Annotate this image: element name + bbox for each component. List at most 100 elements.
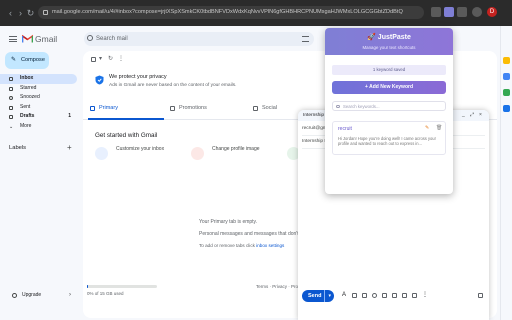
add-keyword-button[interactable]: + Add New Keyword <box>332 81 446 94</box>
browser-toolbar: ‹ › ↻ mail.google.com/mail/u/4/#inbox?co… <box>0 0 512 26</box>
side-apps-panel <box>500 26 512 320</box>
privacy-title: We protect your privacy <box>109 74 167 80</box>
filter-options-icon[interactable] <box>302 36 309 42</box>
inbox-icon <box>9 77 13 81</box>
popup-subtitle: Manage your text shortcuts <box>362 45 416 50</box>
upgrade-button[interactable]: Upgrade › <box>5 290 75 301</box>
link-icon[interactable] <box>362 293 367 298</box>
extension-icon[interactable] <box>431 7 441 17</box>
compose-button[interactable]: ✎ Compose <box>5 52 49 69</box>
select-dropdown-icon[interactable]: ▾ <box>99 55 102 62</box>
emoji-icon[interactable] <box>372 293 377 298</box>
search-placeholder: Search mail <box>96 36 128 42</box>
chevron-down-icon: ⌄ <box>9 123 14 130</box>
lock-icon <box>43 10 48 15</box>
brand-name: Gmail <box>35 34 58 44</box>
sidebar-item-label: Snoozed <box>20 94 40 100</box>
star-icon <box>9 86 13 91</box>
clock-icon <box>9 96 13 100</box>
shield-icon <box>95 75 104 85</box>
send-button[interactable]: Send ▾ <box>302 290 334 302</box>
sidebar-item-label: Inbox <box>20 75 34 81</box>
keyword-text: Hi Jordan! Hope you're doing well! I cam… <box>338 136 436 147</box>
tab-primary[interactable]: Primary <box>88 98 164 120</box>
fullscreen-icon[interactable]: ⤢ <box>470 110 474 121</box>
sidebar-item-drafts[interactable]: Drafts 1 <box>0 112 77 122</box>
customize-inbox-card[interactable]: Customize your inbox <box>95 145 185 173</box>
inbox-settings-link[interactable]: inbox settings <box>256 243 284 248</box>
sidebar-item-label: Sent <box>20 103 31 110</box>
drive-icon[interactable] <box>382 293 387 298</box>
pencil-icon: ✎ <box>11 57 17 63</box>
search-input[interactable]: Search mail <box>84 32 314 46</box>
sidebar-item-label: More <box>20 122 32 129</box>
storage-fill <box>87 285 89 288</box>
photo-icon[interactable] <box>392 293 397 298</box>
people-icon <box>253 106 258 111</box>
keyword-name: recruit <box>338 126 352 132</box>
sidebar-item-snoozed[interactable]: Snoozed <box>0 93 77 103</box>
refresh-icon[interactable]: ↻ <box>108 55 113 62</box>
empty-hint-prefix: To add or remove tabs click <box>199 243 255 248</box>
signature-icon[interactable] <box>412 293 417 298</box>
more-options-icon[interactable]: ⋮ <box>118 55 124 62</box>
lock-clock-icon[interactable] <box>402 293 407 298</box>
upgrade-icon <box>12 293 17 298</box>
select-all-checkbox[interactable] <box>91 57 96 62</box>
card-label: Customize your inbox <box>116 146 165 152</box>
justpaste-extension-icon[interactable] <box>444 7 454 17</box>
puzzle-icon[interactable] <box>457 7 467 17</box>
draft-icon <box>9 115 13 119</box>
gmail-logo-icon <box>22 34 33 43</box>
profile-image-icon <box>191 147 204 160</box>
delete-icon[interactable]: 🗑 <box>436 125 442 131</box>
more-options-icon[interactable]: ⋮ <box>422 292 428 298</box>
settings-icon <box>95 147 108 160</box>
sidebar-item-more[interactable]: ⌄ More <box>0 122 77 132</box>
change-profile-card[interactable]: Change profile image <box>191 145 281 173</box>
justpaste-popup: 🚀 JustPaste Manage your text shortcuts 1… <box>325 28 453 194</box>
labels-heading: Labels <box>9 145 27 151</box>
trash-icon[interactable] <box>478 293 483 298</box>
tag-icon <box>170 106 175 111</box>
reload-icon[interactable]: ↻ <box>26 9 35 18</box>
minimize-icon[interactable]: _ <box>462 110 465 121</box>
tab-promotions[interactable]: Promotions <box>168 98 250 120</box>
keyword-search-placeholder: Search keywords... <box>343 104 380 109</box>
privacy-notice: We protect your privacy Ads in Gmail are… <box>95 72 320 92</box>
sidepanel-icon[interactable] <box>472 7 482 17</box>
search-icon <box>87 35 93 41</box>
close-icon[interactable]: × <box>479 110 482 121</box>
tasks-icon[interactable] <box>503 89 510 96</box>
keyword-entry[interactable]: recruit ✎ 🗑 Hi Jordan! Hope you're doing… <box>332 121 446 155</box>
format-text-icon[interactable]: A <box>342 292 347 298</box>
menu-icon[interactable] <box>9 36 17 42</box>
sidebar-item-sent[interactable]: Sent <box>0 103 77 113</box>
keep-icon[interactable] <box>503 73 510 80</box>
send-options-icon[interactable]: ▾ <box>324 290 331 302</box>
sidebar-item-inbox[interactable]: Inbox <box>0 74 77 84</box>
calendar-icon[interactable] <box>503 57 510 64</box>
add-label-icon[interactable]: + <box>67 143 72 152</box>
tab-label: Social <box>262 105 277 111</box>
back-icon[interactable]: ‹ <box>6 9 15 18</box>
url-text: mail.google.com/mail/u/4/#inbox?compose=… <box>52 9 403 15</box>
upgrade-label: Upgrade <box>22 292 42 298</box>
attach-icon[interactable] <box>352 293 357 298</box>
sidebar-item-starred[interactable]: Starred <box>0 84 77 94</box>
sidebar-item-label: Starred <box>20 84 37 91</box>
contacts-icon[interactable] <box>503 105 510 112</box>
address-bar[interactable]: mail.google.com/mail/u/4/#inbox?compose=… <box>38 6 424 19</box>
keyword-search-input[interactable]: Search keywords... <box>332 101 446 111</box>
keyword-count: 1 keyword saved <box>332 65 446 75</box>
search-icon <box>336 104 340 108</box>
inbox-icon <box>90 106 95 111</box>
edit-icon[interactable]: ✎ <box>425 125 429 131</box>
storage-label: 0% of 15 GB used <box>87 291 124 296</box>
empty-hint: To add or remove tabs click inbox settin… <box>199 243 284 248</box>
forward-icon[interactable]: › <box>16 9 25 18</box>
profile-avatar[interactable]: D <box>487 7 497 17</box>
mail-toolbar: ▾ ↻ ⋮ <box>91 55 151 65</box>
card-label: Change profile image <box>212 146 260 152</box>
privacy-body: Ads in Gmail are never based on the cont… <box>109 83 237 88</box>
